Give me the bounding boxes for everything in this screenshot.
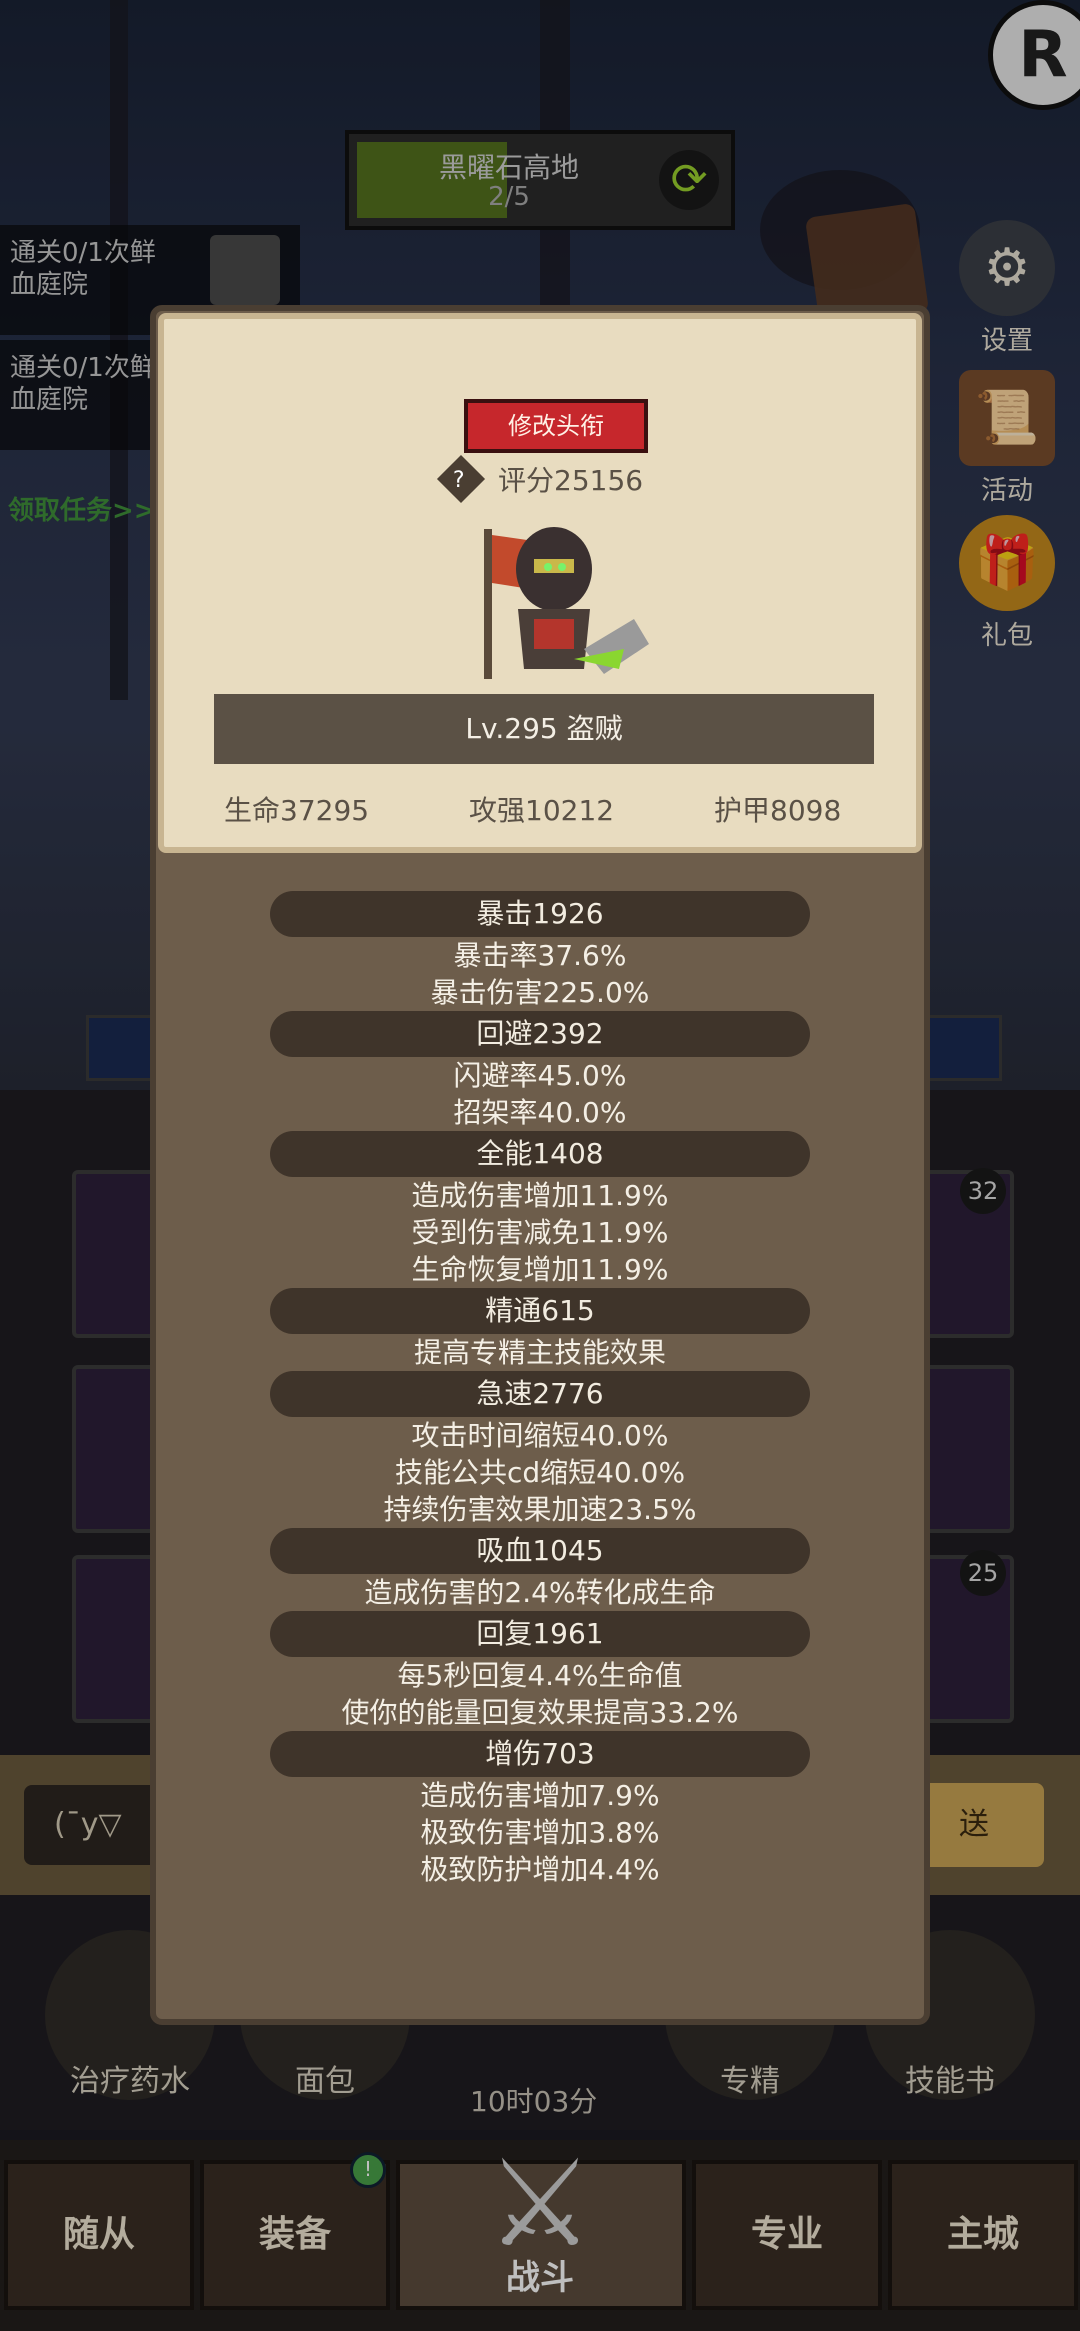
- stat-header: 精通615: [270, 1288, 810, 1334]
- stat-group-leech: 吸血1045 造成伤害的2.4%转化成生命: [156, 1528, 924, 1611]
- stat-line: 造成伤害的2.4%转化成生命: [364, 1576, 716, 1609]
- stat-line: 技能公共cd缩短40.0%: [394, 1456, 686, 1489]
- score-row: ? 评分25156: [436, 454, 644, 504]
- stat-group-regen: 回复1961 每5秒回复4.4%生命值 使你的能量回复效果提高33.2%: [156, 1611, 924, 1731]
- hp-stat: 生命37295: [224, 794, 370, 827]
- level-class-bar: Lv.295 盗贼: [214, 694, 874, 764]
- stat-header: 急速2776: [270, 1371, 810, 1417]
- character-summary: 修改头衔 ? 评分25156 Lv.295 盗贼 生命37295 攻强10212 …: [158, 313, 922, 853]
- armor-stat: 护甲8098: [714, 794, 842, 827]
- stat-line: 造成伤害增加11.9%: [411, 1179, 669, 1212]
- stat-line: 提高专精主技能效果: [413, 1336, 666, 1369]
- stat-group-versatility: 全能1408 造成伤害增加11.9% 受到伤害减免11.9% 生命恢复增加11.…: [156, 1131, 924, 1288]
- stat-line: 攻击时间缩短40.0%: [411, 1419, 669, 1452]
- stat-line: 造成伤害增加7.9%: [420, 1779, 660, 1812]
- stat-details-list: 暴击1926 暴击率37.6% 暴击伤害225.0% 回避2392 闪避率45.…: [156, 891, 924, 1888]
- stat-header: 吸血1045: [270, 1528, 810, 1574]
- character-stats-panel: 修改头衔 ? 评分25156 Lv.295 盗贼 生命37295 攻强10212 …: [150, 305, 930, 2025]
- stat-group-crit: 暴击1926 暴击率37.6% 暴击伤害225.0%: [156, 891, 924, 1011]
- stat-line: 暴击伤害225.0%: [430, 976, 650, 1009]
- edit-title-button[interactable]: 修改头衔: [464, 399, 648, 453]
- stat-line: 生命恢复增加11.9%: [411, 1253, 669, 1286]
- attack-stat: 攻强10212: [469, 794, 615, 827]
- stat-line: 暴击率37.6%: [453, 939, 627, 972]
- stat-line: 闪避率45.0%: [453, 1059, 627, 1092]
- stat-line: 受到伤害减免11.9%: [411, 1216, 669, 1249]
- stat-line: 使你的能量回复效果提高33.2%: [341, 1696, 739, 1729]
- stat-group-haste: 急速2776 攻击时间缩短40.0% 技能公共cd缩短40.0% 持续伤害效果加…: [156, 1371, 924, 1528]
- stat-header: 暴击1926: [270, 891, 810, 937]
- stat-header: 增伤703: [270, 1731, 810, 1777]
- help-icon[interactable]: ?: [436, 454, 486, 504]
- stat-line: 极致防护增加4.4%: [420, 1853, 660, 1886]
- stat-group-damage-bonus: 增伤703 造成伤害增加7.9% 极致伤害增加3.8% 极致防护增加4.4%: [156, 1731, 924, 1888]
- stat-header: 全能1408: [270, 1131, 810, 1177]
- stat-line: 极致伤害增加3.8%: [420, 1816, 660, 1849]
- character-portrait: [484, 527, 649, 679]
- stat-group-mastery: 精通615 提高专精主技能效果: [156, 1288, 924, 1371]
- stat-line: 持续伤害效果加速23.5%: [383, 1493, 697, 1526]
- stat-header: 回避2392: [270, 1011, 810, 1057]
- stat-line: 招架率40.0%: [453, 1096, 627, 1129]
- stat-group-avoidance: 回避2392 闪避率45.0% 招架率40.0%: [156, 1011, 924, 1131]
- stat-line: 每5秒回复4.4%生命值: [397, 1659, 683, 1692]
- stat-header: 回复1961: [270, 1611, 810, 1657]
- score-value: 评分25156: [498, 464, 644, 497]
